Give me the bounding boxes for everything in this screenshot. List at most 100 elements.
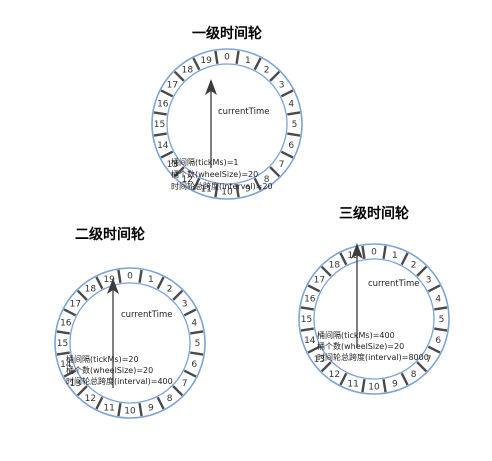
slot-divider (280, 150, 294, 159)
slot-divider (416, 265, 428, 277)
slot-divider (434, 306, 448, 311)
slot-divider (287, 111, 301, 116)
slot-number: 6 (288, 141, 294, 151)
slot-divider (95, 276, 104, 290)
slot-number: 5 (292, 120, 298, 130)
slot-divider (153, 132, 167, 137)
slot-number: 8 (411, 370, 417, 380)
slot-divider (190, 330, 204, 335)
slot-divider (434, 327, 448, 332)
slot-divider (253, 57, 262, 71)
slot-divider (183, 308, 197, 317)
slot-number: 12 (85, 394, 96, 404)
slot-divider (95, 396, 104, 410)
info-interval: 时间轮总跨度(interval)=8000 (317, 352, 429, 362)
slot-divider (427, 345, 441, 354)
slot-number: 11 (347, 379, 358, 389)
info-tick-ms: 桶间隔(tickMs)=400 (317, 330, 395, 340)
slot-divider (192, 57, 201, 71)
info-interval: 时间轮总跨度(interval)=20 (171, 181, 273, 191)
slot-divider (339, 372, 348, 386)
slot-number: 18 (85, 285, 97, 295)
slot-number: 4 (435, 294, 441, 304)
slot-number: 17 (70, 300, 81, 310)
slot-number: 8 (167, 394, 173, 404)
slot-divider (339, 252, 348, 266)
wheel-title: 三级时间轮 (339, 205, 409, 222)
slot-divider (138, 403, 143, 417)
info-tick-ms: 桶间隔(tickMs)=1 (171, 157, 239, 167)
slot-divider (427, 284, 441, 293)
wheel-level-2: 二级时间轮 0 12345678910111213141516171819 cur… (54, 226, 206, 419)
slot-divider (56, 330, 70, 335)
slot-number: 12 (329, 370, 340, 380)
slot-number: 10 (124, 407, 136, 417)
ring-outer-circle (54, 267, 206, 419)
info-tick-ms: 桶间隔(tickMs)=20 (66, 354, 139, 364)
slot-number: 10 (368, 383, 380, 393)
slot-number: 3 (182, 300, 188, 310)
slot-number: 5 (439, 315, 445, 325)
slot-number: 15 (57, 339, 68, 349)
slot-number: 14 (304, 336, 316, 346)
slot-divider (156, 276, 165, 290)
wheel-ring (54, 267, 206, 419)
slot-divider (361, 379, 366, 393)
slot-number: 18 (182, 66, 194, 76)
slot-number: 2 (264, 66, 270, 76)
ring-outer-circle (298, 243, 450, 395)
slot-divider (160, 150, 174, 159)
slot-number: 14 (157, 141, 169, 151)
slot-divider (382, 245, 387, 259)
info-wheel-size: 桶个数(wheelSize)=20 (317, 341, 404, 351)
slot-divider (138, 269, 143, 283)
slot-number: 2 (411, 261, 417, 271)
pointer-label: currentTime (121, 310, 172, 320)
slot-number: 3 (426, 276, 432, 286)
slot-number: 1 (148, 275, 154, 285)
slot-divider (361, 245, 366, 259)
slot-number: 17 (314, 276, 325, 286)
slot-number: 2 (167, 285, 173, 295)
slot-divider (280, 89, 294, 98)
wheel-title: 二级时间轮 (75, 226, 145, 243)
info-wheel-size: 桶个数(wheelSize)=20 (171, 169, 258, 179)
slot-divider (400, 372, 409, 386)
wheel-level-3: 三级时间轮 012345678910111213141516171819 cur… (298, 205, 450, 395)
slot-number: 16 (60, 318, 72, 328)
slot-number: 0 (127, 272, 133, 282)
current-time-pointer (205, 79, 217, 168)
slot-number: 1 (245, 56, 251, 66)
slot-number: 0 (224, 53, 230, 63)
slot-number: 11 (103, 403, 114, 413)
slot-number: 15 (154, 120, 165, 130)
slot-divider (235, 50, 240, 64)
info-wheel-size: 桶个数(wheelSize)=20 (66, 365, 153, 375)
slot-number: 5 (195, 339, 201, 349)
slot-number: 19 (200, 56, 212, 66)
slot-number: 1 (392, 251, 398, 261)
slot-number: 16 (304, 294, 316, 304)
slot-divider (117, 403, 122, 417)
slot-divider (190, 351, 204, 356)
slot-number: 4 (191, 318, 197, 328)
slot-number: 17 (167, 81, 178, 91)
slot-divider (287, 132, 301, 137)
slot-divider (183, 369, 197, 378)
slot-number: 6 (191, 360, 197, 370)
slot-number: 9 (148, 403, 154, 413)
slot-divider (307, 284, 321, 293)
timing-wheel-diagram: 一级时间轮 0 12345678910111213141516171819 cur… (54, 25, 450, 419)
slot-divider (214, 50, 219, 64)
pointer-label: currentTime (218, 107, 269, 117)
slot-divider (160, 89, 174, 98)
slot-divider (382, 379, 387, 393)
wheel-ring (298, 243, 450, 395)
wheel-title: 一级时间轮 (192, 25, 262, 42)
slot-number: 9 (392, 379, 398, 389)
info-interval: 时间轮总跨度(interval)=400 (66, 376, 173, 386)
slot-divider (300, 306, 314, 311)
slot-divider (63, 308, 77, 317)
slot-number: 7 (279, 160, 285, 170)
slot-number: 16 (157, 99, 169, 109)
